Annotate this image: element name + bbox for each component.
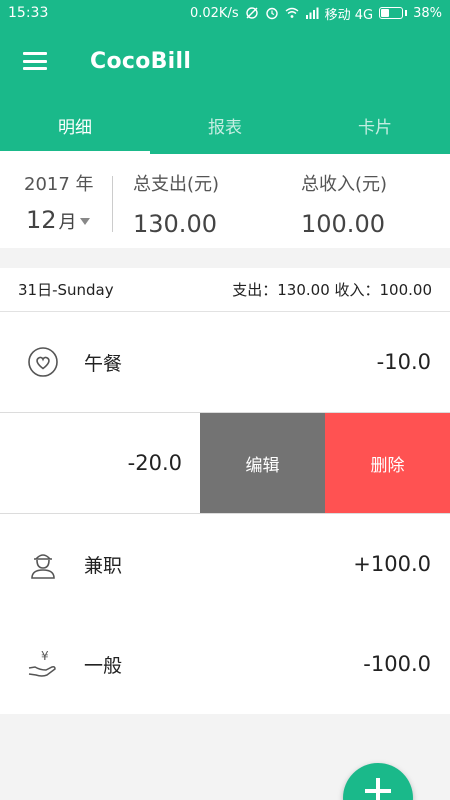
record-amount: -20.0 <box>0 413 200 513</box>
month-value: 12 <box>26 206 57 234</box>
status-right: 0.02K/s 移动 4G 38% <box>190 4 442 23</box>
record-item[interactable]: 午餐 -10.0 <box>0 312 450 412</box>
heart-icon <box>26 345 60 379</box>
caret-down-icon <box>79 218 90 225</box>
status-time: 15:33 <box>8 5 49 21</box>
day-header: 31日-Sunday 支出：130.00 收入：100.00 <box>0 268 450 312</box>
battery-percent: 38% <box>413 5 442 21</box>
record-amount: +100.0 <box>353 552 431 576</box>
tab-detail[interactable]: 明细 <box>0 96 150 154</box>
record-name: 午餐 <box>84 352 123 375</box>
network-speed: 0.02K/s <box>189 5 239 21</box>
record-list: 午餐 -10.0 -20.0 编辑 删除 兼职 +100.0 ¥ 一般 -100… <box>0 312 450 714</box>
record-amount: -10.0 <box>376 350 431 374</box>
total-income-value: 100.00 <box>301 210 385 238</box>
tab-report[interactable]: 报表 <box>150 96 300 154</box>
total-income: 总收入(元) 100.00 <box>301 170 387 238</box>
svg-text:¥: ¥ <box>41 649 49 663</box>
tab-bar: 明细 报表 卡片 <box>0 96 450 154</box>
day-date: 31日-Sunday <box>18 281 114 299</box>
total-income-label: 总收入(元) <box>301 174 388 195</box>
menu-icon[interactable] <box>23 52 47 70</box>
alarm-icon <box>265 7 278 20</box>
total-expense: 总支出(元) 130.00 <box>133 170 219 238</box>
app-title: CocoBill <box>90 48 192 74</box>
tab-card[interactable]: 卡片 <box>300 96 450 154</box>
signal-icon <box>305 7 319 19</box>
day-stats: 支出：130.00 收入：100.00 <box>232 281 432 299</box>
battery-icon <box>379 7 408 19</box>
record-item-swiped[interactable]: -20.0 编辑 删除 <box>0 412 450 514</box>
edit-button[interactable]: 编辑 <box>200 413 325 513</box>
month-unit: 月 <box>58 212 77 233</box>
summary-divider <box>112 176 113 232</box>
record-item[interactable]: 兼职 +100.0 <box>0 514 450 614</box>
summary-header: 2017 年 12 月 总支出(元) 130.00 总收入(元) 100.00 <box>0 154 450 248</box>
record-name: 兼职 <box>84 554 123 577</box>
app-bar: CocoBill <box>0 26 450 96</box>
status-bar: 15:33 0.02K/s 移动 4G 38% <box>0 0 450 26</box>
record-amount: -100.0 <box>363 652 431 676</box>
month-picker[interactable]: 12 月 <box>26 206 90 234</box>
person-icon <box>26 547 60 581</box>
yen-hand-icon: ¥ <box>26 647 60 681</box>
carrier: 移动 4G <box>324 7 374 23</box>
total-expense-label: 总支出(元) <box>133 174 220 195</box>
wifi-icon <box>285 7 299 18</box>
total-expense-value: 130.00 <box>133 210 217 238</box>
sync-off-icon <box>245 7 258 19</box>
add-record-button[interactable] <box>343 763 413 800</box>
record-name: 一般 <box>84 654 123 677</box>
delete-button[interactable]: 删除 <box>325 413 450 513</box>
year-label: 2017 年 <box>24 174 94 195</box>
record-item[interactable]: ¥ 一般 -100.0 <box>0 614 450 714</box>
